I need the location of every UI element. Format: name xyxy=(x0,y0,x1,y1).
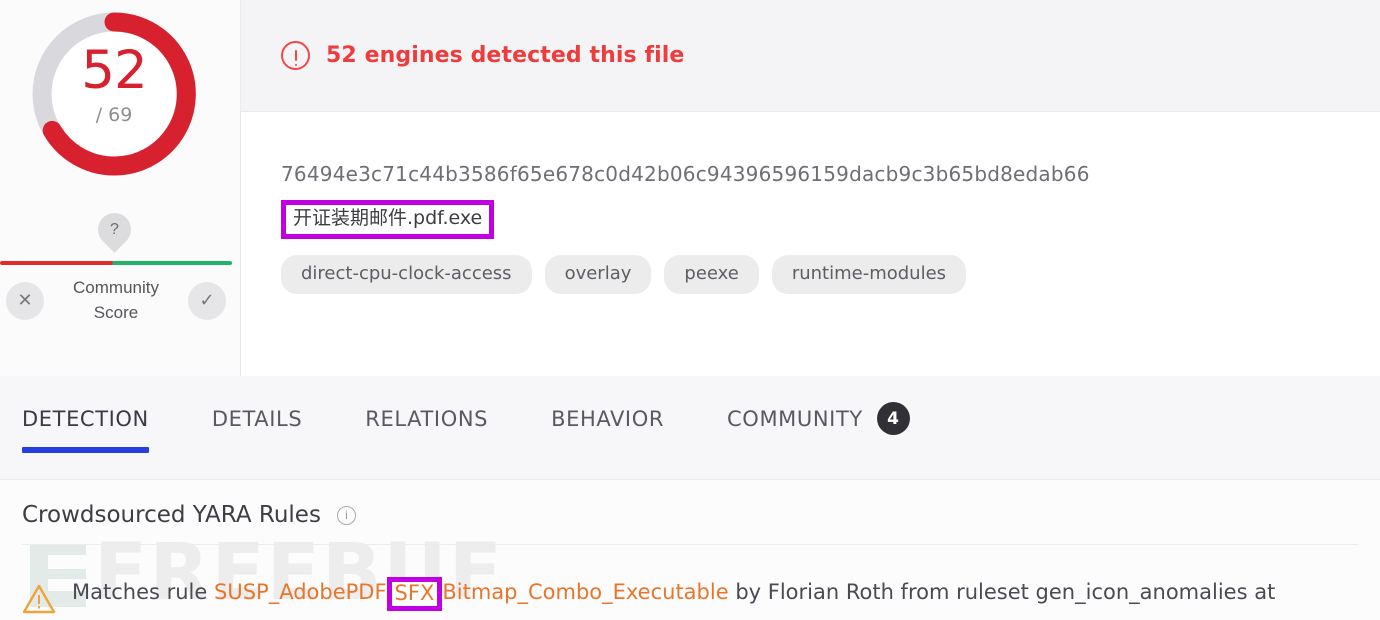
info-icon[interactable]: i xyxy=(336,505,356,525)
community-downvote-button[interactable]: ✕ xyxy=(6,281,44,320)
yara-match-text: Matches rule SUSP_AdobePDF SFX Bitmap_Comb… xyxy=(72,576,1276,612)
tab-label: BEHAVIOR xyxy=(551,406,665,431)
file-hash[interactable]: 76494e3c71c44b3586f65e678c0d42b06c943965… xyxy=(281,162,1340,186)
file-name[interactable]: 开证装期邮件.pdf.exe xyxy=(281,200,495,239)
detection-banner-text: 52 engines detected this file xyxy=(326,43,685,68)
file-tag[interactable]: direct-cpu-clock-access xyxy=(281,254,532,294)
crowdsourced-yara-section: Crowdsourced YARA Rules i Matches rule S… xyxy=(0,480,1380,620)
tab-details[interactable]: DETAILS xyxy=(212,407,302,463)
file-name-wrapper: 开证装期邮件.pdf.exe xyxy=(281,200,495,239)
detection-count: 52 xyxy=(81,40,147,101)
tab-relations[interactable]: RELATIONS xyxy=(365,407,488,463)
report-tabbar: DETECTION DETAILS RELATIONS BEHAVIOR COM… xyxy=(0,376,1380,480)
yara-rule-name-highlight[interactable]: SFX xyxy=(386,577,443,612)
file-tag[interactable]: peexe xyxy=(664,254,759,294)
virustotal-file-report: FREEBUF 52 / 69 ? ✕ Community Score ✓ 52… xyxy=(0,0,1380,620)
community-score-pin-icon: ? xyxy=(91,206,138,253)
yara-rule-name-part1[interactable]: SUSP_AdobePDF xyxy=(214,580,387,604)
tab-community[interactable]: COMMUNITY 4 xyxy=(727,402,910,467)
tab-label: DETECTION xyxy=(22,406,149,431)
tab-detection[interactable]: DETECTION xyxy=(22,407,149,463)
report-tabs: DETECTION DETAILS RELATIONS BEHAVIOR COM… xyxy=(22,402,973,467)
tab-label: DETAILS xyxy=(211,406,303,431)
file-tags: direct-cpu-clock-access overlay peexe ru… xyxy=(281,254,1340,294)
file-summary-section: 52 / 69 ? ✕ Community Score ✓ 52 engines… xyxy=(0,0,1380,376)
yara-match-row: Matches rule SUSP_AdobePDF SFX Bitmap_Comb… xyxy=(22,576,1380,612)
tab-behavior[interactable]: BEHAVIOR xyxy=(551,407,664,463)
yara-title: Crowdsourced YARA Rules xyxy=(22,502,321,528)
community-score-controls: ✕ Community Score ✓ xyxy=(0,276,232,325)
detection-ratio-gauge: 52 / 69 xyxy=(26,6,202,182)
info-icon-glyph: i xyxy=(345,508,348,522)
close-icon: ✕ xyxy=(17,290,33,311)
community-count-badge: 4 xyxy=(876,402,910,435)
file-tag[interactable]: runtime-modules xyxy=(771,254,967,294)
tab-label: RELATIONS xyxy=(365,406,489,431)
community-score-label: Community Score xyxy=(73,278,159,322)
detection-banner: 52 engines detected this file xyxy=(241,0,1380,112)
file-meta: 76494e3c71c44b3586f65e678c0d42b06c943965… xyxy=(241,112,1380,294)
file-tag[interactable]: overlay xyxy=(544,254,652,294)
file-detail-card: 52 engines detected this file 76494e3c71… xyxy=(240,0,1380,376)
tab-label: COMMUNITY xyxy=(727,406,863,431)
warning-triangle-icon xyxy=(22,584,56,614)
divider xyxy=(22,544,1358,545)
yara-rule-name-part2[interactable]: Bitmap_Combo_Executable xyxy=(442,580,728,604)
alert-circle-icon xyxy=(281,41,310,70)
check-icon: ✓ xyxy=(199,290,215,311)
yara-match-prefix: Matches rule xyxy=(72,580,214,604)
community-score-bar xyxy=(0,261,232,265)
engine-total: / 69 xyxy=(95,104,133,126)
community-upvote-button[interactable]: ✓ xyxy=(188,281,226,320)
community-score-pin-label: ? xyxy=(110,220,119,238)
yara-header: Crowdsourced YARA Rules i xyxy=(22,502,356,528)
yara-match-suffix: by Florian Roth from ruleset gen_icon_an… xyxy=(728,580,1276,604)
detection-score-panel: 52 / 69 ? ✕ Community Score ✓ xyxy=(0,0,240,376)
